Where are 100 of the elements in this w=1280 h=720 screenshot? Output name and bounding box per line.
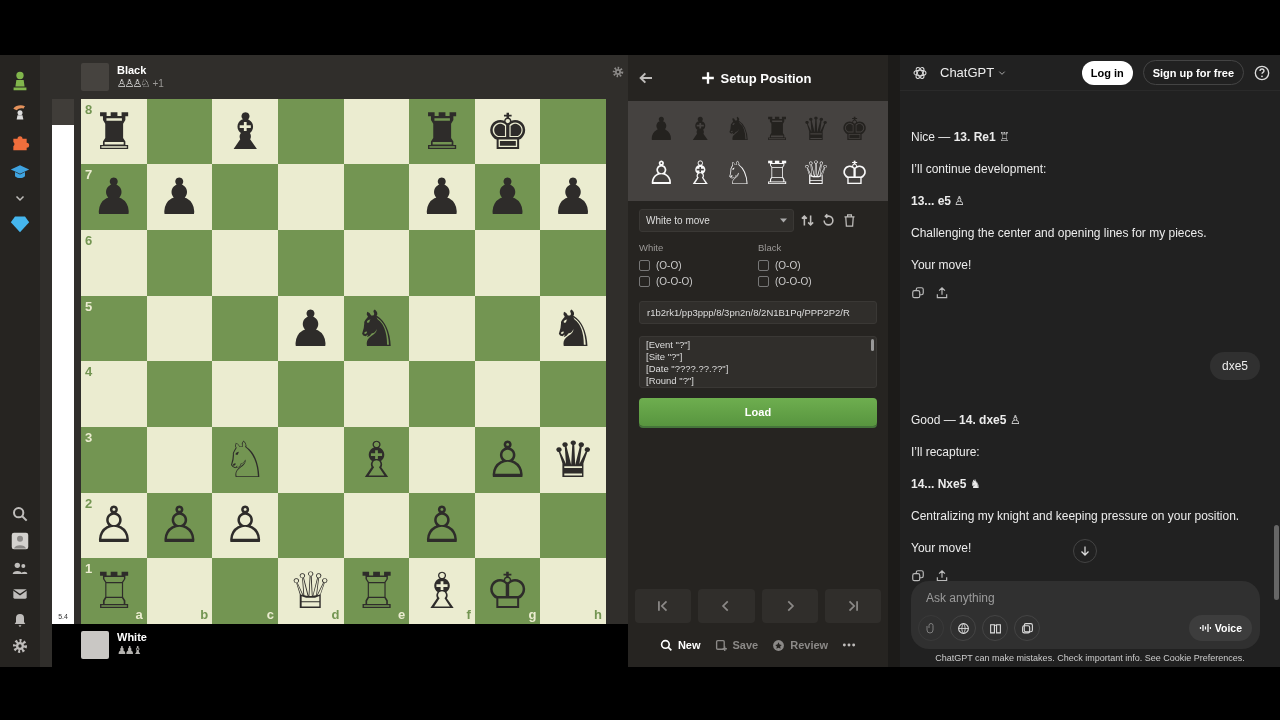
- bell-icon[interactable]: [12, 612, 28, 628]
- turn-dropdown[interactable]: White to move: [639, 209, 794, 232]
- chess-piece[interactable]: ♙: [419, 500, 465, 551]
- help-icon[interactable]: [1254, 64, 1270, 81]
- board-square[interactable]: [409, 295, 475, 362]
- board-square[interactable]: ♘: [212, 426, 278, 493]
- search-icon[interactable]: [12, 506, 28, 522]
- brand-name[interactable]: ChatGPT: [940, 65, 995, 80]
- chess-piece[interactable]: ♘: [222, 434, 268, 485]
- chess-piece[interactable]: ♕: [801, 157, 831, 189]
- board-square[interactable]: [474, 361, 541, 427]
- castling-checkbox[interactable]: [758, 260, 769, 271]
- chess-piece[interactable]: ♗: [685, 157, 715, 189]
- chess-piece[interactable]: ♞: [353, 303, 399, 354]
- board-square[interactable]: [343, 492, 410, 559]
- board-square[interactable]: [146, 230, 213, 296]
- board-square[interactable]: [277, 492, 344, 559]
- mail-icon[interactable]: [12, 586, 28, 602]
- board-square[interactable]: ♙: [146, 492, 213, 559]
- board-square[interactable]: [277, 98, 344, 165]
- scroll-down-button[interactable]: [1073, 539, 1097, 563]
- board-square[interactable]: ♞: [540, 295, 606, 362]
- chess-piece[interactable]: ♚: [485, 106, 530, 157]
- board-square[interactable]: ♗: [343, 426, 410, 493]
- copy-icon[interactable]: [911, 286, 925, 300]
- share-icon[interactable]: [935, 569, 949, 583]
- board-square[interactable]: ♚: [474, 98, 541, 165]
- castling-checkbox[interactable]: [639, 260, 650, 271]
- board-square[interactable]: [474, 230, 541, 296]
- chess-piece[interactable]: ♝: [222, 106, 268, 157]
- first-move-button[interactable]: [635, 589, 692, 623]
- chess-piece[interactable]: ♙: [647, 157, 676, 189]
- board-square[interactable]: ♙: [409, 492, 475, 559]
- copy-icon[interactable]: [911, 569, 925, 583]
- board-square[interactable]: [146, 361, 213, 427]
- settings-icon[interactable]: [612, 66, 624, 78]
- voice-button[interactable]: Voice: [1188, 615, 1252, 641]
- chevron-down-icon[interactable]: [998, 68, 1007, 77]
- scrollbar[interactable]: [1274, 525, 1279, 600]
- board-square[interactable]: [146, 426, 213, 493]
- chess-piece[interactable]: ♗: [353, 434, 399, 485]
- board-square[interactable]: [146, 295, 213, 362]
- last-move-button[interactable]: [824, 589, 881, 623]
- board-square[interactable]: [540, 492, 606, 559]
- chess-piece[interactable]: ♞: [550, 303, 596, 354]
- knot-logo-icon[interactable]: [912, 64, 928, 81]
- message-composer[interactable]: Ask anything Voice: [911, 581, 1260, 649]
- board-square[interactable]: [474, 492, 541, 559]
- chess-piece[interactable]: ♔: [485, 566, 530, 616]
- board-square[interactable]: ♛: [540, 426, 606, 493]
- board-square[interactable]: [474, 295, 541, 362]
- board-square[interactable]: ♟: [277, 295, 344, 362]
- castling-checkbox[interactable]: [758, 276, 769, 287]
- chess-piece[interactable]: ♜: [419, 106, 465, 157]
- chess-piece[interactable]: ♜: [91, 106, 137, 157]
- pgn-textarea[interactable]: [Event "?"] [Site "?"] [Date "????.??.??"] [Round "?"]: [639, 336, 877, 388]
- castling-checkbox[interactable]: [639, 276, 650, 287]
- board-square[interactable]: ♟: [409, 164, 475, 231]
- reset-icon[interactable]: [821, 213, 836, 228]
- flip-board-icon[interactable]: [800, 213, 815, 228]
- chess-piece[interactable]: ♔: [840, 157, 869, 189]
- chess-piece[interactable]: ♖: [763, 157, 792, 189]
- chess-piece[interactable]: ♟: [550, 172, 596, 223]
- chess-piece[interactable]: ♖: [353, 566, 399, 616]
- back-arrow-icon[interactable]: [638, 70, 654, 86]
- board-square[interactable]: [343, 98, 410, 165]
- fen-field[interactable]: r1b2rk1/pp3ppp/8/3pn2n/8/2N1B1Pq/PPP2P2/R: [639, 301, 877, 324]
- board-square[interactable]: ♙: [474, 426, 541, 493]
- board-square[interactable]: [277, 164, 344, 231]
- chess-piece[interactable]: ♖: [91, 566, 137, 616]
- trash-icon[interactable]: [842, 213, 857, 228]
- board-square[interactable]: ♟: [540, 164, 606, 231]
- chess-piece[interactable]: ♟: [91, 172, 137, 223]
- chess-piece[interactable]: ♟: [485, 172, 530, 223]
- chess-piece[interactable]: ♙: [222, 500, 268, 551]
- chess-piece[interactable]: ♙: [485, 434, 530, 485]
- board-square[interactable]: ♟: [474, 164, 541, 231]
- board-square[interactable]: ♙: [212, 492, 278, 559]
- chess-piece[interactable]: ♙: [91, 500, 137, 551]
- chess-piece[interactable]: ♟: [419, 172, 465, 223]
- board-square[interactable]: ♞: [343, 295, 410, 362]
- new-button[interactable]: New: [659, 638, 701, 652]
- chess-piece[interactable]: ♗: [419, 566, 465, 616]
- board-square[interactable]: [343, 164, 410, 231]
- board-square[interactable]: ♝: [212, 98, 278, 165]
- board-square[interactable]: ♜: [409, 98, 475, 165]
- board-square[interactable]: ♟: [146, 164, 213, 231]
- login-button[interactable]: Log in: [1081, 60, 1133, 85]
- chess-piece[interactable]: ♟: [157, 172, 202, 223]
- chess-piece[interactable]: ♘: [724, 157, 753, 189]
- board-square[interactable]: [277, 426, 344, 493]
- plus-icon[interactable]: [700, 71, 715, 85]
- diamond-icon[interactable]: [10, 214, 30, 234]
- chess-piece[interactable]: ♟: [288, 303, 334, 354]
- board-square[interactable]: [146, 98, 213, 165]
- avatar-icon[interactable]: [11, 532, 29, 550]
- chess-piece[interactable]: ♙: [157, 500, 202, 551]
- share-icon[interactable]: [935, 286, 949, 300]
- chess-piece[interactable]: ♛: [550, 434, 596, 485]
- board-square[interactable]: [212, 295, 278, 362]
